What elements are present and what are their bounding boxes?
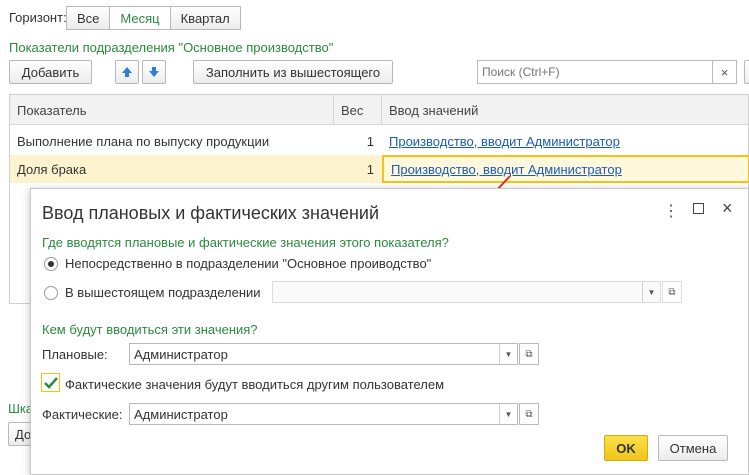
horizon-segmented: Все Месяц Квартал [66, 6, 241, 30]
actual-user-value: Администратор [134, 406, 228, 422]
horizon-all[interactable]: Все [66, 6, 111, 30]
fill-from-parent-button[interactable]: Заполнить из вышестоящего [193, 60, 393, 84]
chevron-down-icon[interactable]: ▼ [499, 404, 517, 424]
behind-button[interactable]: До [8, 422, 32, 446]
actual-user-field[interactable]: Администратор ▼ [129, 403, 518, 425]
radio-higher[interactable] [44, 286, 58, 300]
higher-unit-field[interactable]: ▼ [272, 281, 661, 303]
column-indicator[interactable]: Показатель [10, 95, 334, 125]
actual-label: Фактические: [42, 407, 123, 422]
ok-button[interactable]: OK [604, 435, 648, 461]
horizon-month[interactable]: Месяц [109, 6, 171, 30]
more-button-partial[interactable] [744, 60, 749, 84]
radio-direct[interactable] [44, 257, 58, 271]
row-weight: 1 [366, 161, 374, 177]
column-entry[interactable]: Ввод значений [382, 95, 749, 125]
horizon-quarter[interactable]: Квартал [169, 6, 241, 30]
more-options-icon[interactable]: ⋮ [663, 201, 679, 221]
dialog-title: Ввод плановых и фактических значений [42, 203, 380, 223]
planned-user-value: Администратор [134, 346, 228, 362]
clear-search-button[interactable]: × [713, 60, 737, 84]
row-weight: 1 [366, 133, 374, 149]
section-title: Показатели подразделения "Основное произ… [9, 40, 334, 55]
row-entry-link[interactable]: Производство, вводит Администратор [382, 127, 749, 155]
add-button[interactable]: Добавить [9, 60, 92, 84]
search-input[interactable] [477, 60, 713, 84]
open-higher-unit-button[interactable]: ⧉ [662, 281, 682, 303]
checkmark-icon [44, 377, 58, 389]
horizon-label: Горизонт: [9, 10, 67, 25]
arrow-up-icon [122, 67, 132, 77]
planned-label: Плановые: [42, 347, 108, 362]
who-question: Кем будут вводиться эти значения? [42, 322, 258, 337]
table-row-selected[interactable]: Доля брака 1 Производство, вводит Админи… [10, 155, 749, 183]
move-down-button[interactable] [142, 60, 166, 84]
open-planned-user-button[interactable]: ⧉ [519, 343, 539, 365]
chevron-down-icon[interactable]: ▼ [642, 282, 660, 302]
column-weight[interactable]: Вес [334, 95, 382, 125]
cancel-button[interactable]: Отмена [658, 435, 728, 461]
maximize-icon[interactable] [693, 203, 704, 214]
close-icon: × [720, 64, 729, 80]
row-entry-link[interactable]: Производство, вводит Администратор [382, 155, 749, 183]
radio-higher-label[interactable]: В вышестоящем подразделении [65, 285, 261, 300]
checkbox-label[interactable]: Фактические значения будут вводиться дру… [65, 377, 444, 392]
radio-direct-label[interactable]: Непосредственно в подразделении "Основно… [65, 256, 431, 271]
open-actual-user-button[interactable]: ⧉ [519, 403, 539, 425]
row-indicator: Выполнение плана по выпуску продукции [17, 133, 270, 149]
table-header: Показатель Вес Ввод значений [10, 95, 748, 125]
entry-settings-dialog: Ввод плановых и фактических значений ⋮ ×… [30, 188, 749, 475]
planned-user-field[interactable]: Администратор ▼ [129, 343, 518, 365]
table-row[interactable]: Выполнение плана по выпуску продукции 1 … [10, 127, 748, 155]
where-question: Где вводятся плановые и фактические знач… [42, 235, 449, 250]
actual-other-user-checkbox[interactable] [41, 373, 60, 392]
close-icon[interactable]: × [722, 198, 733, 219]
row-indicator: Доля брака [17, 161, 87, 177]
chevron-down-icon[interactable]: ▼ [499, 344, 517, 364]
arrow-down-icon [149, 67, 159, 77]
move-up-button[interactable] [115, 60, 139, 84]
